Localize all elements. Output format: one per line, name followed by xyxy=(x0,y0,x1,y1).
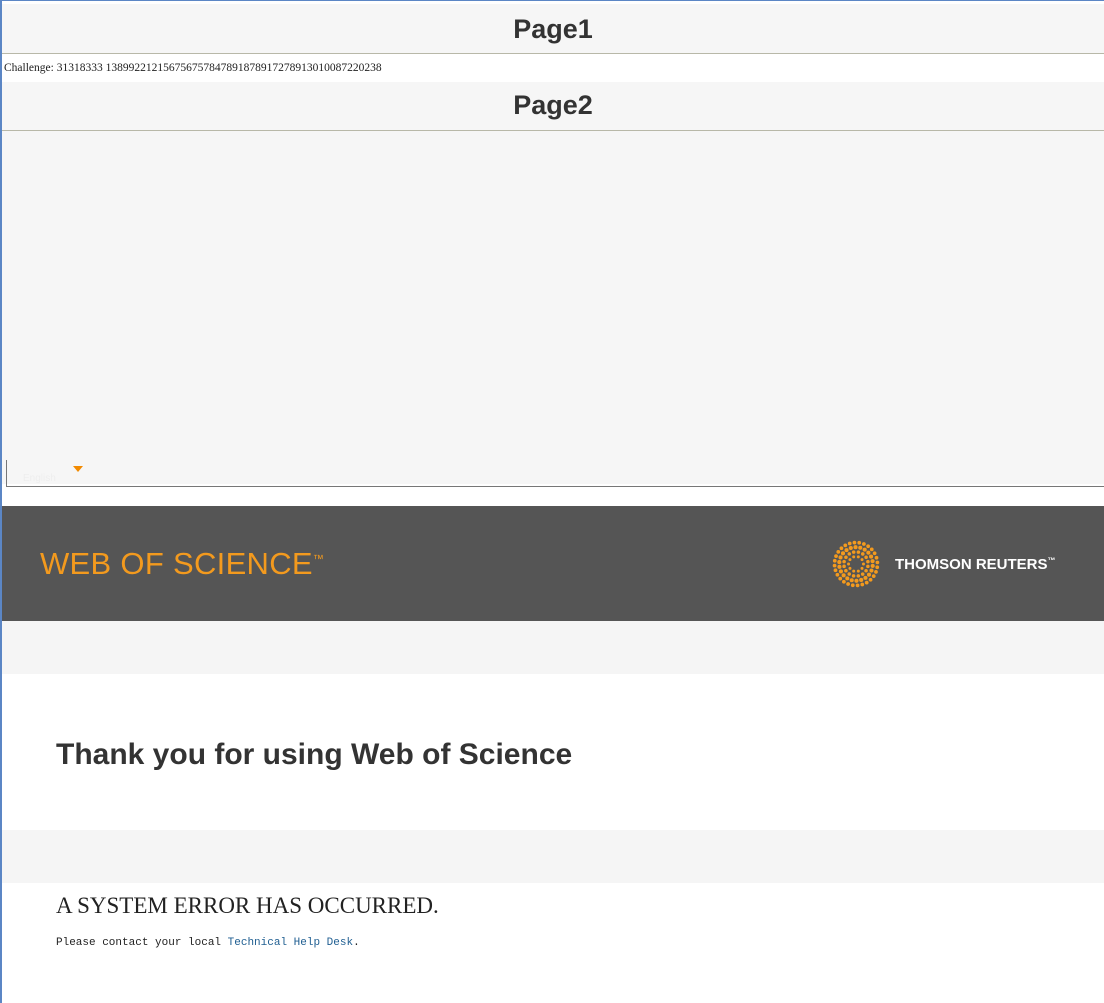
caret-down-icon[interactable] xyxy=(73,466,83,472)
thank-you-heading: Thank you for using Web of Science xyxy=(56,738,573,771)
language-selector[interactable]: English xyxy=(6,460,1104,487)
spacer-band-top xyxy=(2,621,1104,674)
challenge-text: Challenge: 31318333 13899221215675675784… xyxy=(4,62,382,74)
thomson-reuters-dots-icon xyxy=(832,540,880,588)
web-of-science-logo[interactable]: WEB OF SCIENCE™ xyxy=(40,546,324,582)
page1-heading: Page1 xyxy=(2,4,1104,54)
error-title: A SYSTEM ERROR HAS OCCURRED. xyxy=(56,893,439,918)
page2-content-area xyxy=(2,131,1104,484)
contact-suffix: . xyxy=(353,937,360,949)
help-desk-link[interactable]: Technical Help Desk xyxy=(228,937,353,949)
spacer-band-bottom xyxy=(2,830,1104,883)
contact-message: Please contact your local Technical Help… xyxy=(56,937,360,949)
site-header: WEB OF SCIENCE™ THOMSON REUTERS™ xyxy=(2,506,1104,621)
contact-prefix: Please contact your local xyxy=(56,937,228,949)
page2-heading: Page2 xyxy=(2,82,1104,131)
language-label: English xyxy=(23,473,56,484)
thomson-reuters-logo-text[interactable]: THOMSON REUTERS™ xyxy=(895,556,1056,573)
